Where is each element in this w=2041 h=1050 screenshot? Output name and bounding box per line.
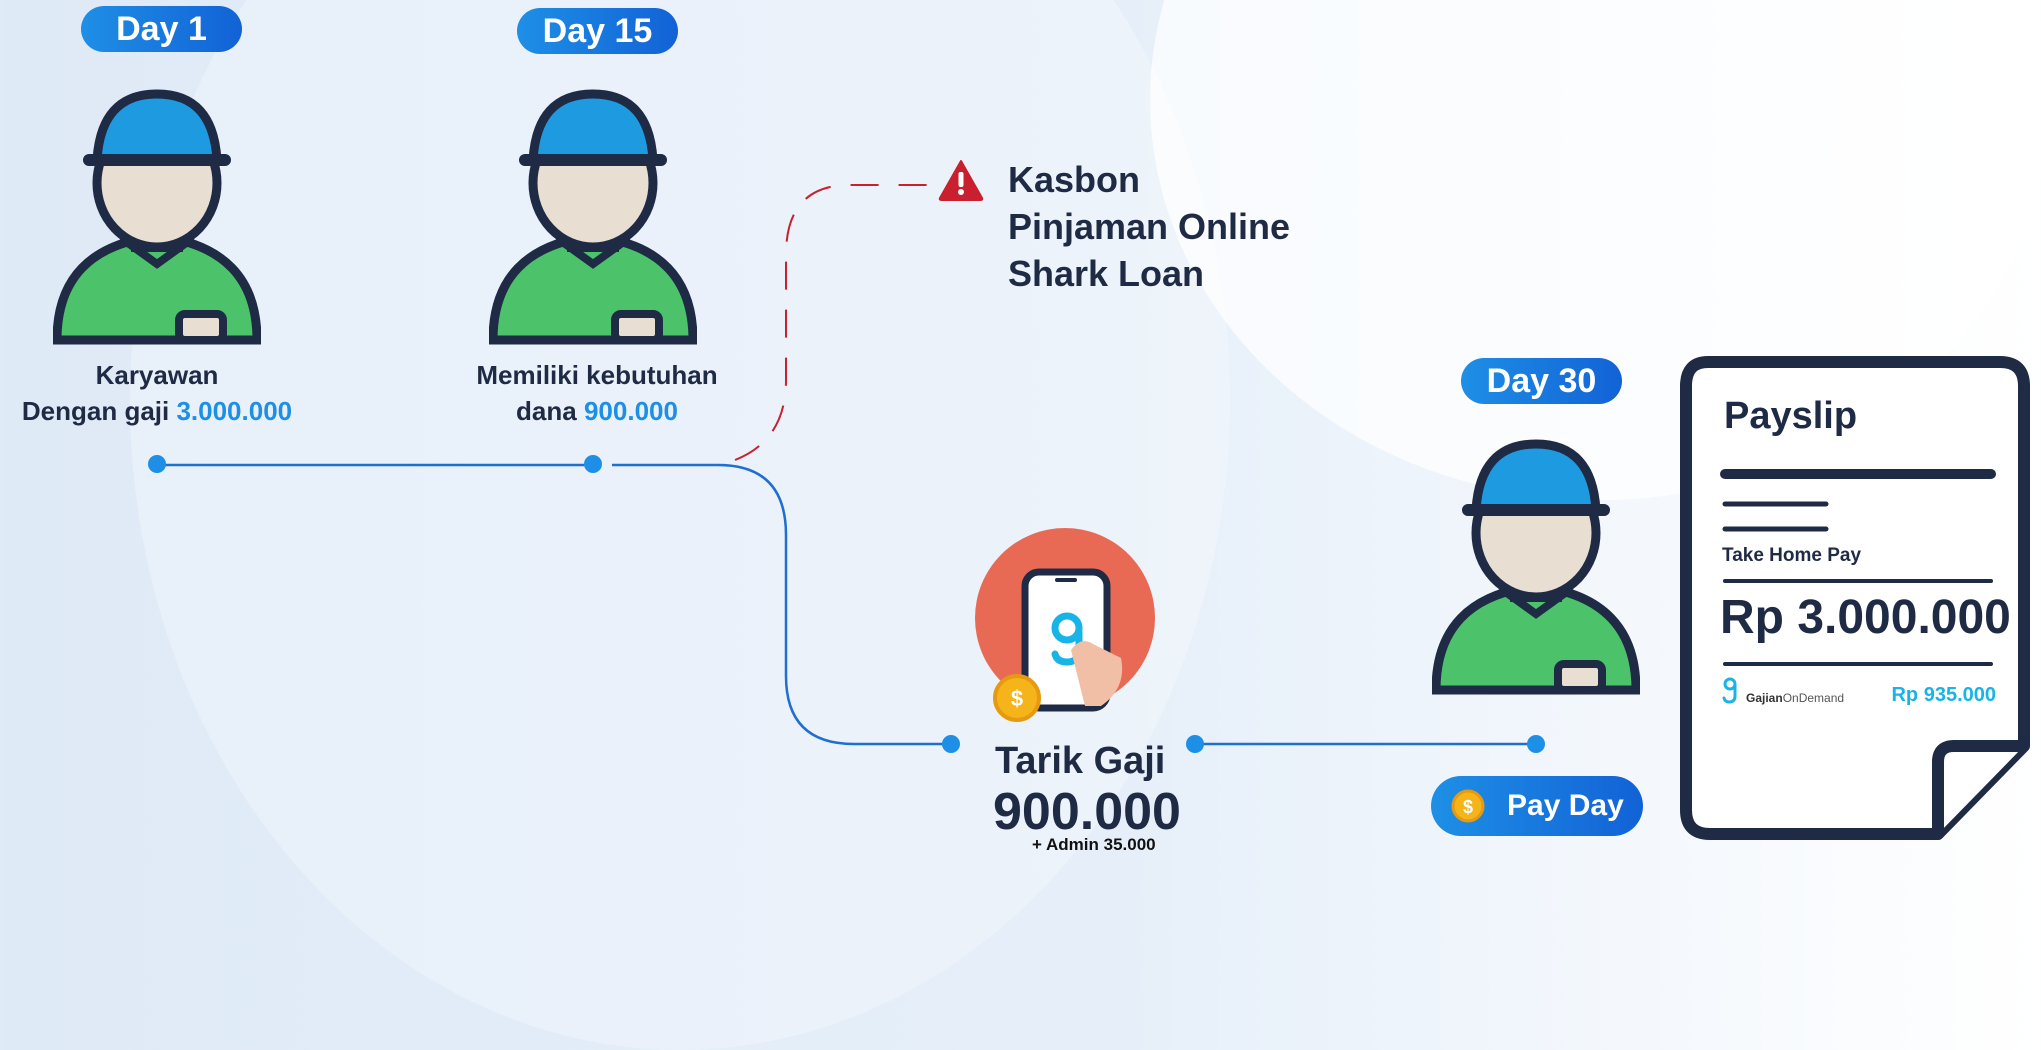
timeline-dot-withdraw-right <box>1186 735 1204 753</box>
warning-item-pinjol: Pinjaman Online <box>1008 206 1291 247</box>
brand-name-bold: Gajian <box>1746 691 1783 705</box>
svg-text:$: $ <box>1463 797 1473 817</box>
timeline-dot-day15 <box>584 455 602 473</box>
payslip-deduction-amount: Rp 935.000 <box>1891 684 1996 706</box>
warning-item-kasbon: Kasbon <box>1008 159 1141 200</box>
payday-badge: $ Pay Day <box>1431 776 1643 836</box>
employee-avatar-day30 <box>1432 439 1640 695</box>
timeline-dot-payday <box>1527 735 1545 753</box>
brand-logo-text: GajianOnDemand <box>1746 691 1844 705</box>
day1-salary-value: 3.000.000 <box>176 396 293 426</box>
employee-avatar-day15 <box>489 89 697 345</box>
day15-caption-line2: dana 900.000 <box>446 393 748 429</box>
warning-triangle-icon <box>938 160 984 201</box>
brand-name-rest: OnDemand <box>1782 691 1845 705</box>
employee-avatar-day1 <box>53 89 261 345</box>
day15-caption-line1: Memiliki kebutuhan <box>476 360 718 390</box>
coin-icon: $ <box>1451 789 1485 823</box>
warning-dashed-line <box>734 184 930 461</box>
timeline-dot-day1 <box>148 455 166 473</box>
day30-badge: Day 30 <box>1461 358 1622 404</box>
day15-caption: Memiliki kebutuhan dana 900.000 <box>446 357 748 429</box>
day15-caption-prefix: dana <box>516 396 584 426</box>
phone-app-icon: $ <box>975 528 1155 722</box>
day1-caption-line2: Dengan gaji 3.000.000 <box>4 393 310 429</box>
payday-label: Pay Day <box>1507 789 1624 822</box>
timeline-curve <box>612 463 950 746</box>
payslip-title: Payslip <box>1724 395 1858 437</box>
day1-caption-line1: Karyawan <box>95 360 219 390</box>
day15-need-value: 900.000 <box>583 396 678 426</box>
admin-fee: + Admin 35.000 <box>1032 835 1156 854</box>
day1-caption-prefix: Dengan gaji <box>21 396 177 426</box>
take-home-pay-label: Take Home Pay <box>1722 545 1862 566</box>
warning-list: Kasbon Pinjaman Online Shark Loan <box>1008 156 1290 297</box>
take-home-pay-amount: Rp 3.000.000 <box>1720 591 2011 644</box>
withdraw-amount: 900.000 <box>993 783 1181 841</box>
timeline-dot-withdraw <box>942 735 960 753</box>
day1-caption: Karyawan Dengan gaji 3.000.000 <box>4 357 310 429</box>
warning-item-sharkloan: Shark Loan <box>1008 253 1205 294</box>
day1-badge: Day 1 <box>81 6 242 52</box>
day15-badge: Day 15 <box>517 8 678 54</box>
svg-text:$: $ <box>1011 686 1023 711</box>
withdraw-label: Tarik Gaji <box>995 740 1166 782</box>
